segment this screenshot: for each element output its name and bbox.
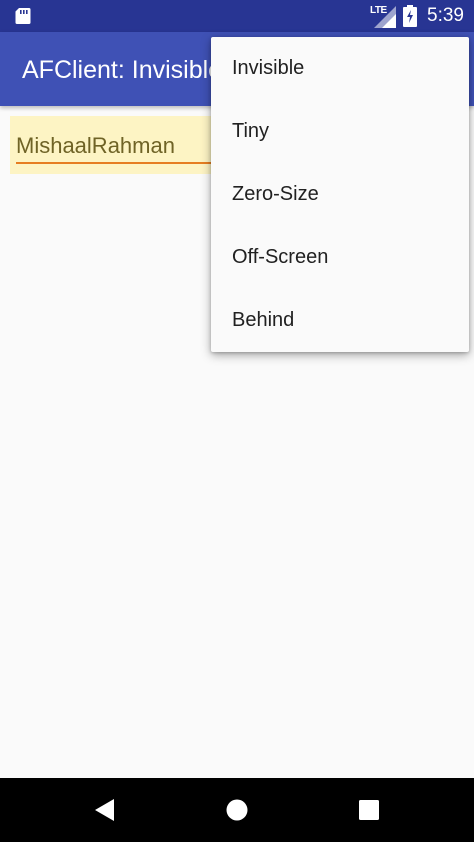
status-time: 5:39 bbox=[427, 5, 464, 26]
sd-card-icon bbox=[15, 8, 31, 24]
menu-item-off-screen[interactable]: Off-Screen bbox=[211, 226, 469, 289]
username-input[interactable] bbox=[16, 132, 220, 160]
battery-charging-icon bbox=[403, 5, 417, 27]
overflow-popup-menu: Invisible Tiny Zero-Size Off-Screen Behi… bbox=[211, 37, 469, 352]
input-underline bbox=[16, 162, 224, 164]
navigation-bar bbox=[0, 778, 474, 842]
text-input-container[interactable] bbox=[10, 116, 224, 174]
status-bar: LTE 5:39 bbox=[0, 0, 474, 32]
network-type-label: LTE bbox=[370, 5, 387, 16]
app-title: AFClient: Invisible bbox=[22, 56, 223, 84]
recents-icon[interactable] bbox=[359, 800, 379, 820]
back-icon[interactable] bbox=[94, 798, 116, 822]
home-icon[interactable] bbox=[226, 799, 248, 821]
screen: LTE 5:39 AFClient: Invisible Invisible T… bbox=[0, 0, 474, 842]
menu-item-behind[interactable]: Behind bbox=[211, 289, 469, 352]
menu-item-invisible[interactable]: Invisible bbox=[211, 37, 469, 100]
menu-item-zero-size[interactable]: Zero-Size bbox=[211, 163, 469, 226]
menu-item-tiny[interactable]: Tiny bbox=[211, 100, 469, 163]
